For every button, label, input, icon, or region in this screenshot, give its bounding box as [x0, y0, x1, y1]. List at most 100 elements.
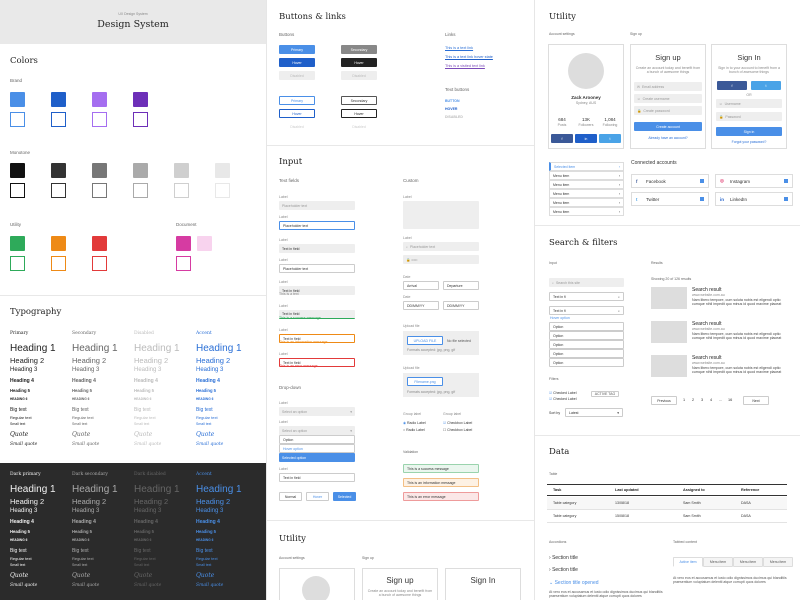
departure-input[interactable]: Departure: [443, 281, 479, 290]
checked-filter-1[interactable]: ☑ Checked Label: [549, 391, 576, 395]
secondary-hover-button[interactable]: Hover: [341, 58, 377, 67]
signin-button[interactable]: Sign in: [716, 127, 782, 136]
secondary-button[interactable]: Secondary: [341, 45, 377, 54]
signin-facebook-button[interactable]: f: [717, 81, 747, 90]
secondary-disabled-button[interactable]: Disabled: [341, 71, 377, 80]
dropdown-option[interactable]: Option: [279, 435, 355, 444]
primary-outline-hover-button[interactable]: Hover: [279, 109, 315, 118]
text-field-outline[interactable]: Placeholder text: [279, 264, 355, 273]
forgot-password-link[interactable]: Forgot your password?: [716, 140, 782, 144]
search-option[interactable]: Option: [549, 340, 624, 349]
email-input[interactable]: ✉ Email address: [634, 82, 702, 91]
site-search-input[interactable]: ⌕ Search this site: [549, 278, 624, 287]
upload-button[interactable]: UPLOAD FILE: [407, 336, 443, 345]
signin-twitter-button[interactable]: t: [751, 81, 781, 90]
connected-account-twitter[interactable]: Twitter t: [631, 192, 709, 206]
sort-select[interactable]: Latest ▾: [565, 408, 623, 417]
segment-normal[interactable]: Normal: [279, 492, 302, 501]
segment-selected[interactable]: Selected: [333, 492, 356, 501]
page-number[interactable]: 16: [728, 398, 732, 402]
checkbox-checked-icon[interactable]: [784, 197, 788, 201]
text-field-filled[interactable]: Text in field: [279, 244, 355, 253]
tab-item[interactable]: Menu item: [703, 557, 733, 567]
checkbox-checked-icon[interactable]: [784, 179, 788, 183]
search-input[interactable]: ⌕ Placeholder text: [403, 242, 479, 251]
checked-filter-2[interactable]: ☑ Checked Label: [549, 397, 576, 401]
connected-account-facebook[interactable]: Facebook f: [631, 174, 709, 188]
uploaded-file-chip[interactable]: Filename.png: [407, 377, 443, 386]
text-field-placeholder[interactable]: Placeholder text: [279, 201, 355, 210]
tab-active[interactable]: Active item: [673, 557, 703, 567]
create-password-input[interactable]: 🔒 Create password: [634, 106, 702, 115]
text-button-disabled[interactable]: DISABLED: [445, 115, 463, 119]
menu-item[interactable]: Menu item ›: [549, 189, 624, 198]
password-input[interactable]: 🔒 •••••: [403, 255, 479, 264]
dropdown-select-open[interactable]: Text in field: [279, 473, 355, 482]
checkbox-checked-icon[interactable]: [700, 197, 704, 201]
secondary-outline-button[interactable]: Secondary: [341, 96, 377, 105]
primary-button[interactable]: Primary: [279, 45, 315, 54]
page-number[interactable]: 4: [710, 398, 712, 402]
page-number[interactable]: ...: [719, 398, 722, 402]
date-from-input[interactable]: DD/MM/YY: [403, 301, 439, 310]
secondary-outline-hover-button[interactable]: Hover: [341, 109, 377, 118]
text-field-focus[interactable]: Placeholder text: [279, 221, 355, 230]
radio-option-1[interactable]: ◉ Radio Label: [403, 421, 426, 425]
segment-hover[interactable]: Hover: [306, 492, 329, 501]
twitter-button[interactable]: t: [599, 134, 621, 143]
signin-username-input[interactable]: ☺ Username: [716, 99, 782, 108]
page-number[interactable]: 1: [683, 398, 685, 402]
text-button[interactable]: BUTTON: [445, 99, 460, 103]
facebook-button[interactable]: f: [551, 134, 573, 143]
text-link[interactable]: This is a text link: [445, 46, 473, 50]
menu-item[interactable]: Menu item ›: [549, 171, 624, 180]
dropdown-option-hover[interactable]: Hover option: [279, 444, 355, 453]
tab-item[interactable]: Menu item: [733, 557, 763, 567]
accordion-item-2[interactable]: › Section title: [549, 567, 578, 573]
dropdown-select[interactable]: Select an option ▾: [279, 407, 355, 416]
text-link-visited[interactable]: This is a visited text link: [445, 64, 485, 68]
connected-account-instagram[interactable]: Instagram ◎: [715, 174, 793, 188]
menu-item[interactable]: Menu item ›: [549, 207, 624, 216]
accordion-item-open[interactable]: ⌄ Section title opened: [549, 580, 599, 586]
text-link-hover[interactable]: This is a text link hover state: [445, 55, 493, 59]
textarea[interactable]: [403, 201, 479, 229]
secondary-outline-disabled-button[interactable]: Disabled: [341, 122, 377, 131]
previous-page-button[interactable]: Previous: [651, 396, 677, 405]
arrival-input[interactable]: Arrival: [403, 281, 439, 290]
primary-outline-disabled-button[interactable]: Disabled: [279, 122, 315, 131]
page-number[interactable]: 3: [701, 398, 703, 402]
primary-outline-button[interactable]: Primary: [279, 96, 315, 105]
search-option[interactable]: Option: [549, 358, 624, 367]
next-page-button[interactable]: Next: [743, 396, 769, 405]
hover-option[interactable]: Hover option: [550, 316, 570, 320]
search-text-field[interactable]: Text in fi ⌕: [549, 292, 624, 301]
checkbox-option-1[interactable]: ☑ Checkbox Label: [443, 421, 472, 425]
dropdown-select[interactable]: Select an option ▾: [279, 426, 355, 435]
active-tag[interactable]: ACTIVE TAG: [591, 391, 619, 397]
accordion-item-1[interactable]: › Section title: [549, 555, 578, 561]
menu-item-selected[interactable]: Selected item ›: [549, 162, 624, 171]
linkedin-button[interactable]: in: [575, 134, 597, 143]
search-text-field-2[interactable]: Text in fi ⌕: [549, 306, 624, 315]
search-option[interactable]: Option: [549, 349, 624, 358]
create-account-button[interactable]: Create account: [634, 122, 702, 131]
radio-option-2[interactable]: ○ Radio Label: [403, 428, 425, 432]
search-option[interactable]: Option: [549, 322, 624, 331]
connected-account-linkedin[interactable]: LinkedIn in: [715, 192, 793, 206]
dropdown-option-selected[interactable]: Selected option: [279, 453, 355, 462]
menu-item[interactable]: Menu item ›: [549, 180, 624, 189]
primary-disabled-button[interactable]: Disabled: [279, 71, 315, 80]
tab-item[interactable]: Menu item: [763, 557, 793, 567]
page-number[interactable]: 2: [692, 398, 694, 402]
already-have-account-link[interactable]: Already have an account?: [634, 136, 702, 140]
checkbox-option-2[interactable]: ☐ Checkbox Label: [443, 428, 472, 432]
primary-hover-button[interactable]: Hover: [279, 58, 315, 67]
signin-password-input[interactable]: 🔒 Password: [716, 112, 782, 121]
search-option[interactable]: Option: [549, 331, 624, 340]
create-username-input[interactable]: ☺ Create username: [634, 94, 702, 103]
text-button-hover[interactable]: HOVER: [445, 107, 457, 111]
menu-item[interactable]: Menu item ›: [549, 198, 624, 207]
checkbox-checked-icon[interactable]: [700, 179, 704, 183]
date-to-input[interactable]: DD/MM/YY: [443, 301, 479, 310]
